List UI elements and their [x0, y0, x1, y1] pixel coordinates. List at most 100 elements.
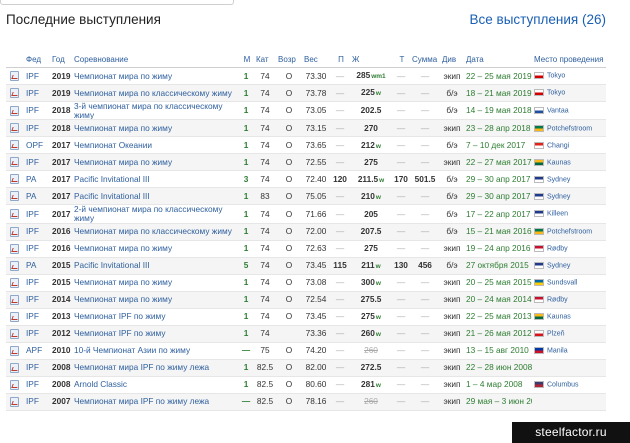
- location-cell[interactable]: Changi: [532, 136, 606, 155]
- row-icon-cell[interactable]: [6, 308, 24, 326]
- row-icon-cell[interactable]: [6, 153, 24, 172]
- table-row[interactable]: IPF 2018 3-й чемпионат мира по классическо…: [6, 101, 606, 121]
- location-cell[interactable]: [532, 393, 606, 411]
- row-icon-cell[interactable]: [6, 204, 24, 224]
- location-text[interactable]: Tokyo: [547, 90, 565, 97]
- location-cell[interactable]: Tokyo: [532, 67, 606, 85]
- row-icon-cell[interactable]: [6, 325, 24, 343]
- row-icon-cell[interactable]: [6, 274, 24, 292]
- table-row[interactable]: OPF 2017 Чемпионат Океании 1 74 О 73.65—212w — —…: [6, 136, 606, 155]
- competition-link[interactable]: Arnold Classic: [72, 376, 238, 394]
- row-icon-cell[interactable]: [6, 257, 24, 275]
- row-icon-cell[interactable]: [6, 342, 24, 360]
- table-row[interactable]: IPF 2016 Чемпионат мира по классическому ж…: [6, 223, 606, 241]
- location-cell[interactable]: Killeen: [532, 204, 606, 224]
- location-cell[interactable]: [532, 359, 606, 377]
- edit-entry-icon[interactable]: [10, 226, 19, 237]
- competition-link[interactable]: Чемпионат IPF по жиму: [72, 325, 238, 343]
- competition-link[interactable]: Чемпионат Океании: [72, 136, 238, 155]
- edit-entry-icon[interactable]: [10, 294, 19, 305]
- location-text[interactable]: Vantaa: [547, 107, 569, 114]
- table-row[interactable]: IPF 2008 Чемпионат мира IPF по жиму лежа 1 8…: [6, 359, 606, 377]
- row-icon-cell[interactable]: [6, 359, 24, 377]
- location-cell[interactable]: Rødby: [532, 240, 606, 258]
- table-row[interactable]: IPF 2015 Чемпионат мира по жиму 1 74 О 73.08—3…: [6, 274, 606, 292]
- location-text[interactable]: Killeen: [547, 211, 568, 218]
- edit-entry-icon[interactable]: [10, 88, 19, 98]
- competition-link[interactable]: Чемпионат мира по классическому жиму: [72, 223, 238, 241]
- table-row[interactable]: IPF 2007 Чемпионат мира IPF по жиму лежа —8…: [6, 393, 606, 411]
- row-icon-cell[interactable]: [6, 187, 24, 206]
- competition-link[interactable]: 3-й чемпионат мира по классическому жиму: [72, 101, 238, 121]
- location-text[interactable]: Sundsvall: [547, 279, 577, 286]
- location-cell[interactable]: Sydney: [532, 257, 606, 275]
- row-icon-cell[interactable]: [6, 223, 24, 241]
- location-cell[interactable]: Columbus: [532, 376, 606, 394]
- location-cell[interactable]: Kaunas: [532, 308, 606, 326]
- location-text[interactable]: Sydney: [547, 193, 570, 200]
- row-icon-cell[interactable]: [6, 136, 24, 155]
- edit-entry-icon[interactable]: [10, 191, 19, 202]
- edit-entry-icon[interactable]: [10, 209, 19, 220]
- edit-entry-icon[interactable]: [10, 277, 19, 288]
- location-cell[interactable]: Potchefstroom: [532, 223, 606, 241]
- location-cell[interactable]: Rødby: [532, 291, 606, 309]
- edit-entry-icon[interactable]: [10, 71, 19, 81]
- edit-entry-icon[interactable]: [10, 123, 19, 134]
- location-cell[interactable]: Plzeň: [532, 325, 606, 343]
- edit-entry-icon[interactable]: [10, 243, 19, 254]
- competition-link[interactable]: Чемпионат мира по жиму: [72, 274, 238, 292]
- row-icon-cell[interactable]: [6, 376, 24, 394]
- row-icon-cell[interactable]: [6, 393, 24, 411]
- location-text[interactable]: Kaunas: [547, 159, 571, 166]
- table-row[interactable]: IPF 2017 Чемпионат мира по жиму 1 74 О 72.55—2…: [6, 153, 606, 172]
- table-row[interactable]: IPF 2019 Чемпионат мира по жиму 1 74 О 73.30—2…: [6, 67, 606, 85]
- location-text[interactable]: Plzeň: [547, 330, 565, 337]
- competition-link[interactable]: Чемпионат мира IPF по жиму лежа: [72, 359, 238, 377]
- edit-entry-icon[interactable]: [10, 345, 19, 356]
- competition-link[interactable]: Pacific Invitational III: [72, 170, 238, 189]
- competition-link[interactable]: 2-й чемпионат мира по классическому жиму: [72, 204, 238, 224]
- location-cell[interactable]: Sundsvall: [532, 274, 606, 292]
- location-text[interactable]: Rødby: [547, 296, 568, 303]
- table-row[interactable]: IPF 2018 Чемпионат мира по жиму 1 74 О 73.15—2…: [6, 119, 606, 138]
- table-row[interactable]: IPF 2014 Чемпионат мира по жиму 1 74 О 72.54—2…: [6, 291, 606, 309]
- location-cell[interactable]: Sydney: [532, 187, 606, 206]
- edit-entry-icon[interactable]: [10, 260, 19, 271]
- competition-link[interactable]: Чемпионат мира IPF по жиму лежа: [72, 393, 238, 411]
- competition-link[interactable]: Чемпионат мира по жиму: [72, 240, 238, 258]
- row-icon-cell[interactable]: [6, 101, 24, 121]
- competition-link[interactable]: Чемпионат мира по классическому жиму: [72, 84, 238, 102]
- location-cell[interactable]: Kaunas: [532, 153, 606, 172]
- edit-entry-icon[interactable]: [10, 362, 19, 373]
- table-row[interactable]: IPF 2013 Чемпионат IPF по жиму 1 74 О 73.45—27…: [6, 308, 606, 326]
- row-icon-cell[interactable]: [6, 170, 24, 189]
- location-text[interactable]: Tokyo: [547, 73, 565, 80]
- competition-link[interactable]: Чемпионат IPF по жиму: [72, 308, 238, 326]
- competition-link[interactable]: Чемпионат мира по жиму: [72, 67, 238, 85]
- table-row[interactable]: IPF 2019 Чемпионат мира по классическому ж…: [6, 84, 606, 102]
- location-text[interactable]: Kaunas: [547, 313, 571, 320]
- competition-link[interactable]: Pacific Invitational III: [72, 257, 238, 275]
- competition-link[interactable]: 10-й Чемпионат Азии по жиму: [72, 342, 238, 360]
- location-text[interactable]: Sydney: [547, 262, 570, 269]
- table-row[interactable]: PA 2017 Pacific Invitational III 1 83 О 75.05—…: [6, 187, 606, 206]
- location-cell[interactable]: Potchefstroom: [532, 119, 606, 138]
- location-cell[interactable]: Vantaa: [532, 101, 606, 121]
- edit-entry-icon[interactable]: [10, 157, 19, 168]
- location-text[interactable]: Rødby: [547, 245, 568, 252]
- row-icon-cell[interactable]: [6, 291, 24, 309]
- location-text[interactable]: Potchefstroom: [547, 125, 592, 132]
- location-cell[interactable]: Manila: [532, 342, 606, 360]
- competition-link[interactable]: Чемпионат мира по жиму: [72, 119, 238, 138]
- table-row[interactable]: IPF 2017 2-й чемпионат мира по классическо…: [6, 204, 606, 224]
- location-text[interactable]: Columbus: [547, 381, 579, 388]
- row-icon-cell[interactable]: [6, 67, 24, 85]
- edit-entry-icon[interactable]: [10, 328, 19, 339]
- location-text[interactable]: Manila: [547, 347, 568, 354]
- location-text[interactable]: Sydney: [547, 176, 570, 183]
- edit-entry-icon[interactable]: [10, 311, 19, 322]
- row-icon-cell[interactable]: [6, 119, 24, 138]
- competition-link[interactable]: Чемпионат мира по жиму: [72, 153, 238, 172]
- edit-entry-icon[interactable]: [10, 379, 19, 390]
